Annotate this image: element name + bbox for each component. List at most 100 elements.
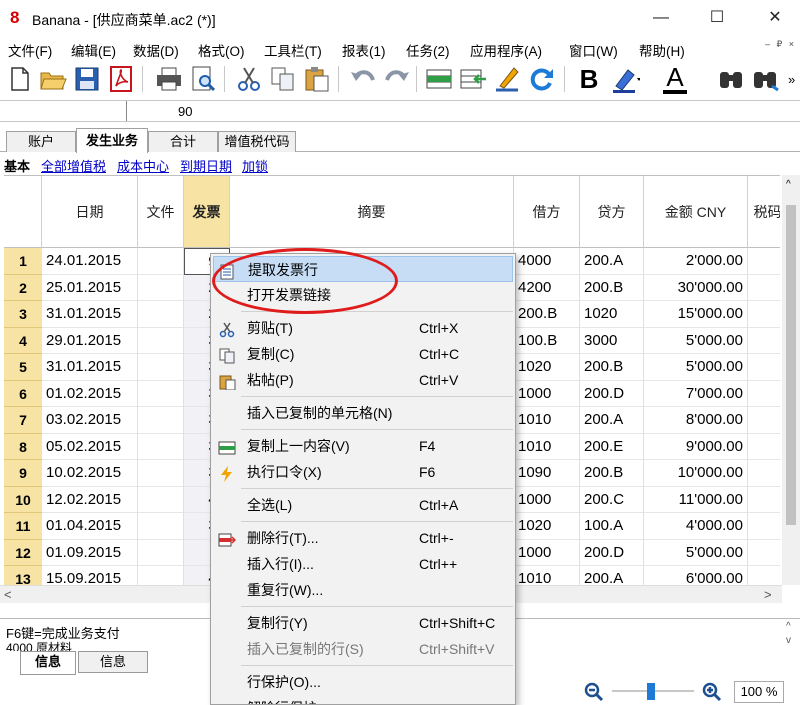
context-menu-item[interactable]: 粘帖(P) Ctrl+V [213,367,513,393]
menu-data[interactable]: 数据(D) [133,40,179,60]
find-icon[interactable] [716,64,746,94]
cell-amount[interactable]: 5'000.00 [644,327,748,354]
menu-help[interactable]: 帮助(H) [639,40,685,60]
info-tab-messages[interactable]: 信息 [78,651,148,673]
menu-edit[interactable]: 编辑(E) [71,40,116,60]
info-tab-info[interactable]: 信息 [20,651,76,675]
save-icon[interactable] [72,64,102,94]
open-folder-icon[interactable] [38,64,68,94]
row-number[interactable]: 8 [4,433,42,460]
context-menu-item[interactable]: 解除行保护... [213,695,513,704]
cell-credit[interactable]: 3000 [580,327,644,354]
menu-toolbar[interactable]: 工具栏(T) [264,40,322,60]
cell-vat-code[interactable] [748,381,780,407]
cell-vat-code[interactable] [748,301,780,328]
cell-vat-code[interactable] [748,566,780,585]
find-next-icon[interactable] [750,64,780,94]
cell-amount[interactable]: 8'000.00 [644,407,748,434]
cell-vat-code[interactable] [748,487,780,513]
scroll-left-icon[interactable]: < [4,587,12,602]
scroll-up-icon[interactable]: ^ [786,179,791,190]
row-number[interactable]: 9 [4,460,42,487]
cell-amount[interactable]: 9'000.00 [644,433,748,460]
cell-debit[interactable]: 1000 [514,539,580,566]
copy-icon[interactable] [268,64,298,94]
cell-amount[interactable]: 15'000.00 [644,301,748,328]
context-menu-item[interactable]: 删除行(T)... Ctrl+- [213,525,513,551]
cell-doc[interactable] [138,248,184,275]
context-menu-item[interactable]: 执行口令(X) F6 [213,459,513,485]
redo-icon[interactable] [382,64,412,94]
pdf-icon[interactable] [106,64,136,94]
cell-doc[interactable] [138,539,184,566]
cell-vat-code[interactable] [748,460,780,487]
refresh-icon[interactable] [526,64,556,94]
cell-date[interactable]: 31.01.2015 [42,301,138,328]
cell-credit[interactable]: 200.A [580,566,644,585]
cell-vat-code[interactable] [748,407,780,434]
zoom-in-icon[interactable] [702,682,722,702]
cell-credit[interactable]: 200.E [580,433,644,460]
cell-debit[interactable]: 1020 [514,354,580,381]
scroll-right-icon[interactable]: > [764,587,772,602]
cell-credit[interactable]: 200.A [580,407,644,434]
row-number[interactable]: 5 [4,354,42,381]
menu-file[interactable]: 文件(F) [8,40,52,60]
print-icon[interactable] [154,64,184,94]
toolbar-overflow-button[interactable]: » [788,72,795,87]
cell-debit[interactable]: 1090 [514,460,580,487]
menu-window[interactable]: 窗口(W) [569,40,618,60]
edit-icon[interactable] [492,64,522,94]
font-color-icon[interactable]: A [660,64,690,94]
column-header-description[interactable]: 摘要 [230,176,514,248]
bold-icon[interactable]: B [574,64,604,94]
cell-credit[interactable]: 200.D [580,380,644,407]
context-menu-item[interactable]: 重复行(W)... [213,577,513,603]
cell-credit[interactable]: 200.B [580,460,644,487]
cell-doc[interactable] [138,566,184,585]
cell-debit[interactable]: 100.B [514,327,580,354]
cell-date[interactable]: 12.02.2015 [42,486,138,513]
cell-amount[interactable]: 2'000.00 [644,248,748,275]
cell-debit[interactable]: 1010 [514,407,580,434]
cut-icon[interactable] [234,64,264,94]
cell-credit[interactable]: 200.D [580,539,644,566]
paste-icon[interactable] [302,64,332,94]
tab-accounts[interactable]: 账户 [6,131,76,152]
cell-reference-box[interactable] [3,101,127,121]
menu-reports[interactable]: 报表(1) [342,40,386,60]
zoom-out-icon[interactable] [584,682,604,702]
info-scroll-up-icon[interactable]: ^ [786,621,791,632]
cell-date[interactable]: 05.02.2015 [42,433,138,460]
cell-doc[interactable] [138,460,184,487]
cell-amount[interactable]: 4'000.00 [644,513,748,540]
cell-credit[interactable]: 100.A [580,513,644,540]
cell-date[interactable]: 31.01.2015 [42,354,138,381]
tab-vat-codes[interactable]: 增值税代码 [218,131,296,152]
row-number[interactable]: 7 [4,407,42,434]
cell-vat-code[interactable] [748,354,780,381]
tab-transactions[interactable]: 发生业务 [76,128,148,153]
zoom-slider-thumb[interactable] [647,683,655,700]
info-scroll-down-icon[interactable]: v [786,635,791,646]
cell-date[interactable]: 01.09.2015 [42,539,138,566]
close-button[interactable]: ✕ [752,4,798,32]
vertical-scroll-thumb[interactable] [786,205,796,525]
zoom-level[interactable]: 100 % [734,681,784,703]
context-menu-item[interactable]: 剪贴(T) Ctrl+X [213,315,513,341]
row-number[interactable]: 3 [4,301,42,328]
column-header-credit[interactable]: 贷方 [580,176,644,248]
context-menu-item[interactable]: 插入已复制的行(S) Ctrl+Shift+V [213,636,513,662]
tab-totals[interactable]: 合计 [148,131,218,152]
cell-vat-code[interactable] [748,434,780,460]
row-number[interactable]: 11 [4,513,42,540]
menu-apps[interactable]: 应用程序(A) [470,40,542,60]
column-header-doc[interactable]: 文件 [138,176,184,248]
column-header-debit[interactable]: 借方 [514,176,580,248]
context-menu-item[interactable]: 复制上一内容(V) F4 [213,433,513,459]
row-number[interactable]: 6 [4,380,42,407]
view-due-date[interactable]: 到期日期 [180,156,232,175]
cell-vat-code[interactable] [748,248,780,275]
cell-credit[interactable]: 200.C [580,486,644,513]
context-menu-item[interactable]: 提取发票行 [213,256,513,282]
